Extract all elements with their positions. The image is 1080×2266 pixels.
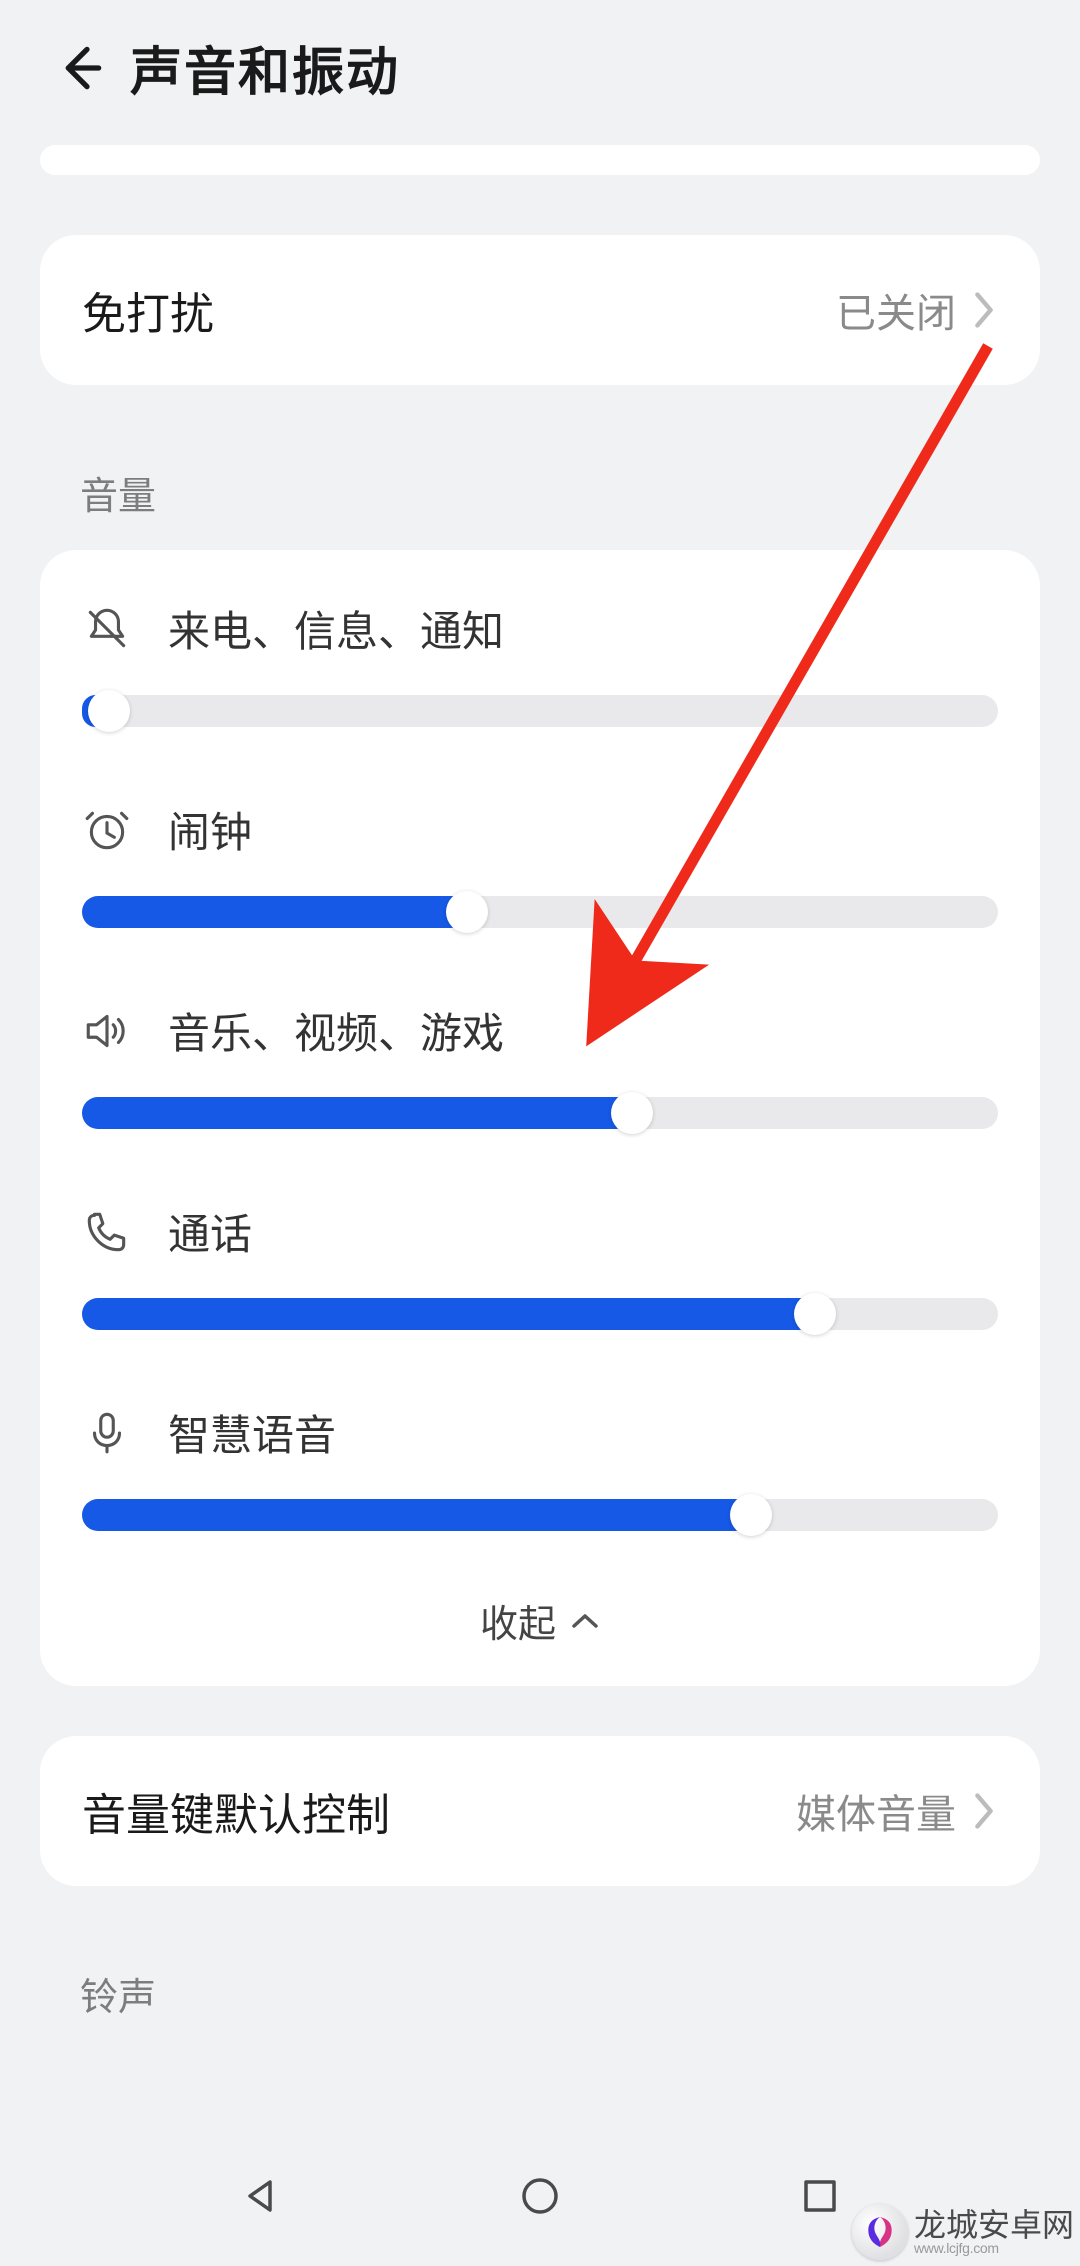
back-button[interactable] <box>50 38 110 98</box>
slider-thumb[interactable] <box>794 1293 836 1335</box>
dnd-row[interactable]: 免打扰 已关闭 <box>82 235 998 385</box>
slider-thumb[interactable] <box>730 1494 772 1536</box>
chevron-up-icon <box>570 1611 600 1631</box>
slider-call[interactable] <box>82 1298 998 1330</box>
slider-alarm[interactable] <box>82 896 998 928</box>
slider-media-label: 音乐、视频、游戏 <box>168 1000 504 1061</box>
slider-block-ring: 来电、信息、通知 <box>82 560 998 727</box>
triangle-back-icon <box>236 2172 284 2220</box>
slider-block-media: 音乐、视频、游戏 <box>82 962 998 1129</box>
slider-voice[interactable] <box>82 1499 998 1531</box>
volume-card: 来电、信息、通知 闹钟 <box>40 550 1040 1686</box>
speaker-icon <box>82 1006 138 1056</box>
section-volume-label: 音量 <box>0 435 1080 550</box>
slider-ring[interactable] <box>82 695 998 727</box>
phone-icon <box>82 1207 138 1257</box>
collapse-button[interactable]: 收起 <box>82 1565 998 1686</box>
square-recents-icon <box>796 2172 844 2220</box>
bell-off-icon <box>82 604 138 654</box>
chevron-right-icon <box>970 1789 998 1833</box>
nav-recents-button[interactable] <box>785 2161 855 2231</box>
slider-block-alarm: 闹钟 <box>82 761 998 928</box>
volume-key-value: 媒体音量 <box>796 1782 956 1840</box>
slider-media[interactable] <box>82 1097 998 1129</box>
slider-ring-label: 来电、信息、通知 <box>168 598 504 659</box>
slider-thumb[interactable] <box>88 690 130 732</box>
slider-block-voice: 智慧语音 <box>82 1364 998 1531</box>
watermark: 龙城安卓网 www.lcjfg.com <box>852 2204 1074 2260</box>
volume-key-label: 音量键默认控制 <box>82 1779 796 1843</box>
mic-icon <box>82 1408 138 1458</box>
slider-call-label: 通话 <box>168 1201 252 1262</box>
volume-key-row[interactable]: 音量键默认控制 媒体音量 <box>82 1736 998 1886</box>
slider-thumb[interactable] <box>611 1092 653 1134</box>
nav-home-button[interactable] <box>505 2161 575 2231</box>
collapse-label: 收起 <box>480 1593 556 1648</box>
circle-home-icon <box>516 2172 564 2220</box>
section-ringtone-label: 铃声 <box>0 1936 1080 2051</box>
dnd-value: 已关闭 <box>836 281 956 339</box>
slider-block-call: 通话 <box>82 1163 998 1330</box>
arrow-left-icon <box>52 40 108 96</box>
dnd-card: 免打扰 已关闭 <box>40 235 1040 385</box>
alarm-icon <box>82 805 138 855</box>
watermark-text: 龙城安卓网 <box>914 2209 1074 2241</box>
watermark-sub: www.lcjfg.com <box>914 2241 999 2255</box>
chevron-right-icon <box>970 288 998 332</box>
watermark-logo-icon <box>852 2204 908 2260</box>
nav-back-button[interactable] <box>225 2161 295 2231</box>
slider-thumb[interactable] <box>446 891 488 933</box>
volume-key-card: 音量键默认控制 媒体音量 <box>40 1736 1040 1886</box>
previous-card-sliver <box>40 145 1040 175</box>
dnd-label: 免打扰 <box>82 278 836 342</box>
slider-alarm-label: 闹钟 <box>168 799 252 860</box>
page-title: 声音和振动 <box>130 30 400 105</box>
slider-voice-label: 智慧语音 <box>168 1402 336 1463</box>
